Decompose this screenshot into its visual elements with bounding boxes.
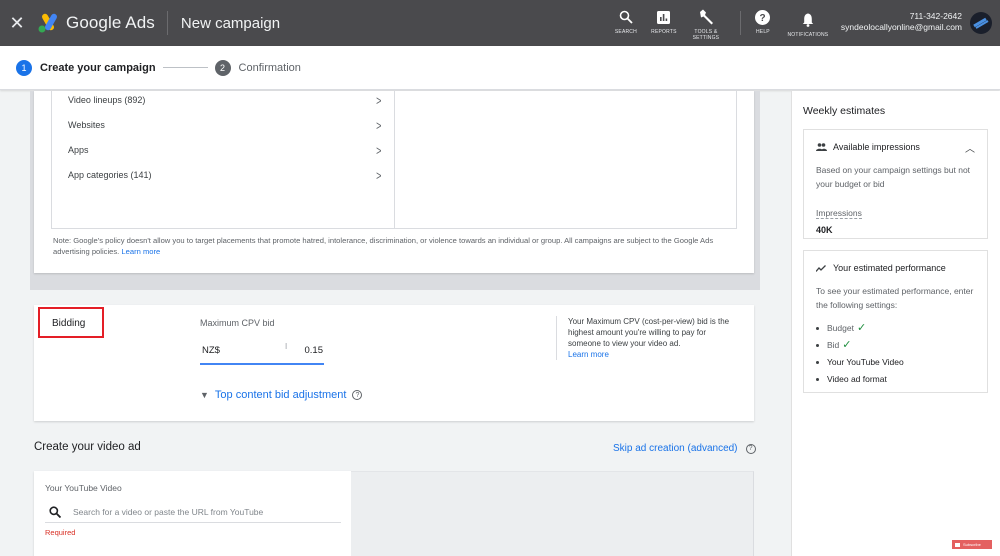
setting-youtube-video: Your YouTube Video [816,354,987,371]
chevron-right-icon: > [376,167,382,183]
notifications-button[interactable]: NOTIFICATIONS [783,0,833,38]
help-button[interactable]: ? HELP [751,0,775,35]
brand-name: Google Ads [66,13,155,32]
search-icon [619,9,633,25]
required-error: Required [45,528,76,537]
top-actions: SEARCH REPORTS TOOLS & SETTINGS ? HELP N [608,0,1000,46]
account-phone: 711-342-2642 [909,11,962,21]
weekly-estimates-title: Weekly estimates [803,105,886,117]
placement-categories: Video lineups (892) > Websites > Apps > App… [52,91,395,228]
help-icon[interactable]: ? [745,443,756,454]
tools-settings-button[interactable]: TOOLS & SETTINGS [684,0,728,41]
step-1-number: 1 [16,59,32,76]
estimated-performance-title: Your estimated performance [833,263,946,273]
bidding-card: Bidding Maximum CPV bid NZ$ I 0.15 ▼ Top… [34,305,754,421]
step-connector [162,67,208,68]
bidding-section-label: Bidding [38,307,104,338]
chevron-right-icon: > [376,142,382,158]
available-impressions-card: Available impressions ︿ Based on your ca… [803,129,988,239]
max-cpv-label: Maximum CPV bid [200,318,275,328]
divider [739,11,741,35]
video-ad-heading: Create your video ad [34,441,141,453]
youtube-icon [955,542,960,547]
placements-card: Video lineups (892) > Websites > Apps > App… [34,91,754,273]
chevron-right-icon: > [376,117,382,133]
setting-video-ad-format: Video ad format [816,371,987,388]
people-icon [816,143,828,151]
weekly-estimates-panel: Weekly estimates Available impressions ︿… [791,91,1000,556]
help-icon: ? [755,9,771,25]
placement-item-video-lineups[interactable]: Video lineups (892) > [68,90,383,110]
reports-button[interactable]: REPORTS [644,0,684,35]
avatar[interactable] [970,12,992,34]
divider [166,11,168,35]
top-bar: ✕ Google Ads New campaign SEARCH REPORTS [0,0,1000,46]
max-cpv-value: 0.15 [304,345,324,356]
youtube-video-card: Your YouTube Video Required [34,471,351,556]
svg-text:?: ? [760,13,766,24]
setting-budget: Budget ✓ [816,320,987,337]
placement-item-apps[interactable]: Apps > [68,140,383,160]
text-cursor-icon: I [285,342,288,351]
video-preview-area [351,471,754,556]
bell-icon [802,12,814,28]
policy-learn-more-link[interactable]: Learn more [121,247,160,256]
chevron-up-icon[interactable]: ︿ [965,140,975,155]
youtube-search-input[interactable] [73,507,333,517]
max-cpv-help: Your Maximum CPV (cost-per-view) bid is … [556,316,731,360]
youtube-search-field[interactable] [45,502,341,523]
reports-icon [657,9,671,25]
available-impressions-title: Available impressions [833,142,920,152]
search-icon [49,506,65,518]
search-button[interactable]: SEARCH [608,0,644,35]
google-ads-logo [36,12,60,34]
step-1-label[interactable]: Create your campaign [40,62,156,74]
setting-bid: Bid ✓ [816,337,987,354]
page-title: New campaign [180,14,281,32]
placement-item-websites[interactable]: Websites > [68,115,383,135]
top-content-bid-adjustment-toggle[interactable]: ▼ Top content bid adjustment ? [200,389,363,401]
help-icon[interactable]: ? [352,390,363,400]
placement-item-app-categories[interactable]: App categories (141) > [68,165,383,185]
impressions-label[interactable]: Impressions [816,208,862,219]
subscribe-watermark[interactable]: Subscribe [952,540,992,549]
wrench-icon [698,9,714,25]
checkmark-icon: ✓ [842,339,852,351]
performance-description: To see your estimated performance, enter… [816,286,974,310]
account-email: syndeolocallyonline@gmail.com [840,22,962,32]
checkmark-icon: ✓ [856,322,867,334]
step-2-number: 2 [214,59,231,76]
step-2-label: Confirmation [238,61,301,74]
cpv-learn-more-link[interactable]: Learn more [568,349,731,360]
currency-label: NZ$ [202,345,220,356]
placements-browser: Video lineups (892) > Websites > Apps > App… [51,91,737,229]
max-cpv-input[interactable]: NZ$ I 0.15 [200,338,324,365]
impressions-description: Based on your campaign settings but not … [816,165,971,189]
required-settings-list: Budget ✓ Bid ✓ Your YouTube Video Video ad… [804,320,987,388]
trending-icon [816,264,828,272]
campaign-stepper: 1 Create your campaign 2 Confirmation [0,46,1000,90]
chevron-down-icon: ▼ [200,390,209,400]
youtube-video-label: Your YouTube Video [45,483,122,493]
account-info[interactable]: 711-342-2642 syndeolocallyonline@gmail.c… [841,0,962,33]
skip-ad-creation-link[interactable]: Skip ad creation (advanced) ? [613,443,756,454]
policy-note: Note: Google's policy doesn't allow you … [53,236,714,256]
estimated-performance-card: Your estimated performance To see your e… [803,250,988,393]
chevron-right-icon: > [376,92,382,108]
impressions-value: 40K [816,225,833,235]
close-icon[interactable]: ✕ [0,13,34,34]
